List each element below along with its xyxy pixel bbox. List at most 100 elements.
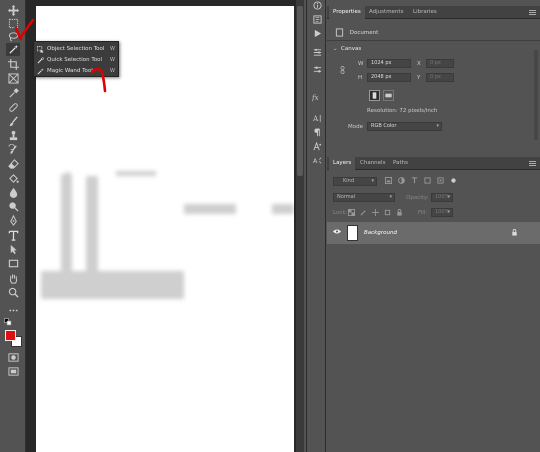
tab-adjustments[interactable]: Adjustments <box>365 6 407 19</box>
visibility-eye-icon[interactable] <box>333 229 341 236</box>
fill-field[interactable]: 100% <box>431 208 453 217</box>
shape-filter-icon[interactable] <box>424 177 431 184</box>
lock-artboard-icon[interactable] <box>384 209 391 216</box>
crop-tool-icon[interactable] <box>6 58 20 71</box>
right-panel: Properties Adjustments Libraries Documen… <box>327 0 540 452</box>
type-filter-icon[interactable] <box>411 177 418 184</box>
resolution-text: Resolution: 72 pixels/inch <box>367 108 438 114</box>
glyphs-icon[interactable] <box>312 141 322 151</box>
opacity-label: Opacity: <box>406 195 429 201</box>
zoom-tool-icon[interactable] <box>6 286 20 299</box>
filter-kind-select[interactable]: Kind <box>333 177 377 186</box>
path-selection-tool-icon[interactable] <box>6 243 20 256</box>
smart-object-filter-icon[interactable] <box>437 177 444 184</box>
rectangle-tool-icon[interactable] <box>6 257 20 270</box>
tab-layers[interactable]: Layers <box>329 157 356 170</box>
actions-play-icon[interactable] <box>312 28 322 38</box>
panel-menu-icon[interactable] <box>529 10 536 15</box>
pen-tool-icon[interactable] <box>6 214 20 227</box>
adjustments-icon[interactable] <box>312 47 322 57</box>
properties-scrollbar[interactable] <box>534 50 538 140</box>
pixel-filter-icon[interactable] <box>385 177 392 184</box>
type-tool-icon[interactable] <box>6 229 20 242</box>
tab-channels[interactable]: Channels <box>356 157 389 170</box>
landscape-orientation-button[interactable] <box>383 90 394 101</box>
tab-properties[interactable]: Properties <box>329 6 365 19</box>
tab-paths[interactable]: Paths <box>389 157 412 170</box>
layers-menu-icon[interactable] <box>529 161 536 166</box>
width-label: W <box>358 61 364 67</box>
tools-panel <box>0 0 26 452</box>
layer-row-background[interactable]: Background <box>327 222 540 244</box>
y-label: Y <box>417 75 421 81</box>
healing-brush-tool-icon[interactable] <box>6 101 20 114</box>
magic-wand-icon <box>36 67 44 75</box>
history-icon[interactable] <box>312 14 322 24</box>
move-tool-icon[interactable] <box>6 4 20 17</box>
width-field[interactable]: 1024 px <box>367 59 411 68</box>
filter-toggle-icon[interactable] <box>450 177 457 184</box>
lock-position-icon[interactable] <box>372 209 379 216</box>
paragraph-icon[interactable] <box>312 127 322 137</box>
layer-name: Background <box>364 230 397 236</box>
mode-select[interactable]: RGB Color <box>367 122 442 131</box>
magic-wand-tool-icon[interactable] <box>6 43 20 56</box>
document-icon <box>335 28 344 37</box>
flyout-item-object-selection[interactable]: Object Selection Tool W <box>36 44 118 54</box>
flyout-item-shortcut: W <box>110 46 115 52</box>
screen-mode-icon[interactable] <box>6 365 20 378</box>
object-selection-icon <box>36 45 44 53</box>
default-colors-icon[interactable] <box>4 318 13 327</box>
blur-tool-icon[interactable] <box>6 186 20 199</box>
link-dimensions-icon[interactable] <box>340 66 345 76</box>
height-label: H <box>358 75 363 81</box>
quick-selection-icon <box>36 56 44 64</box>
blend-mode-select[interactable]: Normal <box>333 193 395 202</box>
mode-label: Mode <box>348 124 363 130</box>
dodge-tool-icon[interactable] <box>6 200 20 213</box>
tab-libraries[interactable]: Libraries <box>409 6 441 19</box>
portrait-orientation-button[interactable] <box>369 90 380 101</box>
foreground-color-swatch[interactable] <box>5 330 16 341</box>
clone-stamp-tool-icon[interactable] <box>6 129 20 142</box>
kind-placeholder: Kind <box>343 178 355 184</box>
layer-filter-icons <box>385 177 465 186</box>
scrollbar-thumb[interactable] <box>297 6 303 176</box>
adjustment-filter-icon[interactable] <box>398 177 405 184</box>
flyout-item-label: Magic Wand Tool <box>47 68 93 74</box>
paint-bucket-tool-icon[interactable] <box>6 172 20 185</box>
sliders-icon[interactable] <box>312 64 322 74</box>
lock-all-icon[interactable] <box>396 209 403 216</box>
opacity-field[interactable]: 100% <box>431 193 453 202</box>
svg-text:A: A <box>313 158 318 165</box>
character-icon[interactable]: A <box>312 113 322 123</box>
lock-pixels-icon[interactable] <box>360 209 367 216</box>
quick-mask-icon[interactable] <box>6 351 20 364</box>
y-field[interactable]: 0 px <box>426 73 454 82</box>
x-label: X <box>417 61 421 67</box>
fx-styles-icon[interactable]: fx <box>312 92 322 102</box>
hand-tool-icon[interactable] <box>6 272 20 285</box>
properties-tabs: Properties Adjustments Libraries <box>327 6 540 19</box>
history-brush-tool-icon[interactable] <box>6 143 20 156</box>
lock-label: Lock: <box>333 210 348 216</box>
glyph-set-icon[interactable]: A <box>312 155 322 165</box>
lock-icons <box>348 209 403 216</box>
layer-lock-icon <box>511 229 518 238</box>
brush-tool-icon[interactable] <box>6 115 20 128</box>
x-field[interactable]: 0 px <box>426 59 454 68</box>
layer-thumbnail <box>347 225 358 241</box>
eyedropper-tool-icon[interactable] <box>6 87 20 100</box>
lock-transparency-icon[interactable] <box>348 209 355 216</box>
frame-tool-icon[interactable] <box>6 72 20 85</box>
document-row: Document <box>335 28 378 37</box>
canvas-section-title: Canvas <box>341 46 362 52</box>
canvas-section-chevron-icon[interactable]: ⌄ <box>333 46 338 52</box>
flyout-item-label: Object Selection Tool <box>47 46 105 52</box>
eraser-tool-icon[interactable] <box>6 157 20 170</box>
info-icon[interactable] <box>312 0 322 10</box>
more-tools-icon[interactable] <box>6 304 20 317</box>
annotation-hook-mark <box>90 67 107 93</box>
height-field[interactable]: 2048 px <box>367 73 411 82</box>
flyout-item-shortcut: W <box>110 57 115 63</box>
